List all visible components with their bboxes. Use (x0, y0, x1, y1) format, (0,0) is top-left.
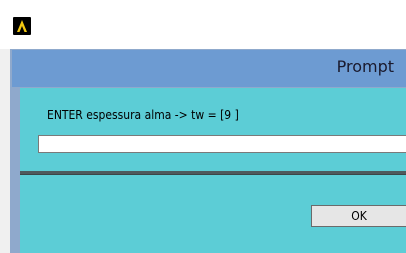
prompt-header: Prompt (12, 50, 406, 87)
separator (20, 171, 406, 175)
prompt-body: ENTER espessura alma -> tw = [9 ] OK (20, 88, 406, 253)
value-input[interactable] (38, 135, 406, 153)
prompt-label: ENTER espessura alma -> tw = [9 ] (47, 108, 239, 122)
prompt-title: Prompt (336, 57, 394, 76)
title-strip (0, 0, 406, 49)
ok-button[interactable]: OK (311, 205, 406, 227)
ansys-logo-icon (13, 17, 31, 35)
